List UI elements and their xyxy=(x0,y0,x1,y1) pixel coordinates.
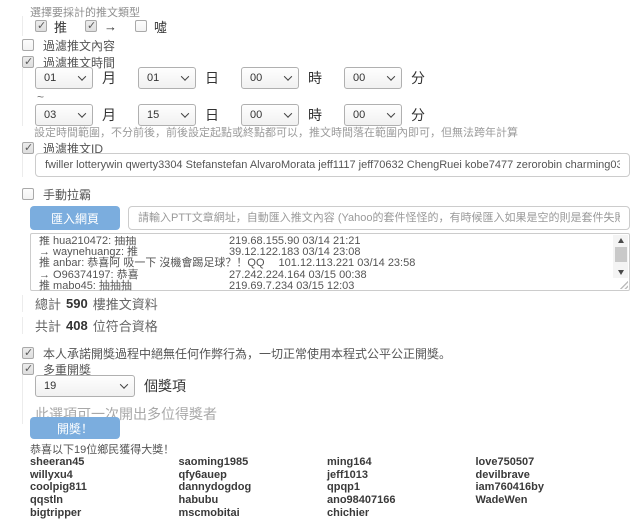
chevron-down-icon xyxy=(120,380,128,388)
to-hour-select[interactable]: 00 xyxy=(241,104,299,126)
winner-id: ming164 xyxy=(327,456,476,469)
qualified-stat: 共計408位符合資格 xyxy=(22,317,158,334)
arrow-checkbox-label: → xyxy=(104,19,117,34)
push-content-textarea[interactable]: 推 hua210472: 抽抽219.68.155.90 03/14 21:21… xyxy=(30,233,630,291)
winner-id: coolpig811 xyxy=(30,481,179,494)
boo-checkbox-label: 噓 xyxy=(154,17,167,36)
push-type-option-arrow[interactable]: → xyxy=(85,19,117,34)
to-minute-select[interactable]: 00 xyxy=(344,104,402,126)
fairness-promise-row[interactable]: 本人承諾開獎過程中絕無任何作弊行為，一切正常使用本程式公平公正開獎。 xyxy=(22,346,451,360)
boo-checkbox[interactable] xyxy=(135,20,147,32)
push-type-option-boo[interactable]: 噓 xyxy=(135,17,167,36)
minute-unit-label: 分 xyxy=(411,68,425,88)
chevron-down-icon xyxy=(284,109,292,117)
minute-unit-label: 分 xyxy=(411,105,425,125)
chevron-down-icon xyxy=(181,109,189,117)
chevron-down-icon xyxy=(387,109,395,117)
from-day-select[interactable]: 01 xyxy=(138,67,196,89)
chevron-down-icon xyxy=(78,109,86,117)
to-day-select[interactable]: 15 xyxy=(138,104,196,126)
push-content-lines: 推 hua210472: 抽抽219.68.155.90 03/14 21:21… xyxy=(39,236,607,292)
arrow-checkbox[interactable] xyxy=(85,20,97,32)
time-to-row: 03 月 15 日 00 時 00 分 xyxy=(35,104,447,126)
winner-id: willyxu4 xyxy=(30,469,179,482)
hour-unit-label: 時 xyxy=(308,105,322,125)
winners-grid: sheeran45 saoming1985 ming164 love750507… xyxy=(30,456,624,520)
push-type-options: 推 → 噓 xyxy=(22,16,185,36)
article-url-input[interactable] xyxy=(128,206,630,230)
time-range-separator: ~ xyxy=(37,90,447,104)
winner-id: jeff1013 xyxy=(327,469,476,482)
winner-id: qpqp1 xyxy=(327,481,476,494)
scroll-up-icon[interactable] xyxy=(613,235,628,246)
fairness-promise-label: 本人承諾開獎過程中絕無任何作弊行為，一切正常使用本程式公平公正開獎。 xyxy=(43,345,451,362)
winner-id: dannydogdog xyxy=(179,481,328,494)
total-push-count: 590 xyxy=(66,296,88,311)
filter-id-group xyxy=(22,153,630,177)
push-line: 推 mabo45: 抽抽抽219.69.7.234 03/15 12:03 xyxy=(39,281,607,292)
filter-content-row[interactable]: 過濾推文內容 xyxy=(22,38,115,52)
chevron-down-icon xyxy=(181,72,189,80)
result-header: 恭喜以下19位鄉民獲得大獎！ xyxy=(30,441,174,457)
month-unit-label: 月 xyxy=(102,68,116,88)
multi-draw-row[interactable]: 多重開獎 xyxy=(22,362,91,376)
winner-id: chichier xyxy=(327,507,476,520)
winner-id: saoming1985 xyxy=(179,456,328,469)
prize-count-unit-label: 個獎項 xyxy=(144,376,186,396)
winner-id: qqstln xyxy=(30,494,179,507)
chevron-down-icon xyxy=(78,72,86,80)
chevron-down-icon xyxy=(387,72,395,80)
winner-id: mscmobitai xyxy=(179,507,328,520)
winner-id: qfy6auep xyxy=(179,469,328,482)
manual-mode-row[interactable]: 手動拉霸 xyxy=(22,187,91,201)
winner-id: habubu xyxy=(179,494,328,507)
day-unit-label: 日 xyxy=(205,68,219,88)
fairness-promise-checkbox[interactable] xyxy=(22,347,34,359)
winner-id: WadeWen xyxy=(476,494,625,507)
winner-id: devilbrave xyxy=(476,469,625,482)
scroll-down-icon[interactable] xyxy=(613,267,628,278)
manual-mode-label: 手動拉霸 xyxy=(43,186,91,203)
import-url-button[interactable]: 匯入網頁 xyxy=(30,206,120,230)
total-push-stat: 總計590樓推文資料 xyxy=(22,295,158,312)
hour-unit-label: 時 xyxy=(308,68,322,88)
to-month-select[interactable]: 03 xyxy=(35,104,93,126)
chevron-down-icon xyxy=(284,72,292,80)
manual-mode-checkbox[interactable] xyxy=(22,188,34,200)
winner-id: iam760416by xyxy=(476,481,625,494)
push-line: 推 anbar: 恭喜阿 吸一下 沒機會踢足球？！QQ101.12.113.22… xyxy=(39,258,607,269)
filter-content-checkbox[interactable] xyxy=(22,39,34,51)
winner-id: ano98407166 xyxy=(327,494,476,507)
textarea-scrollbar[interactable] xyxy=(613,235,628,278)
from-month-select[interactable]: 01 xyxy=(35,67,93,89)
draw-button[interactable]: 開獎！ xyxy=(30,417,120,439)
import-row: 匯入網頁 xyxy=(30,206,630,230)
filter-content-label: 過濾推文內容 xyxy=(43,37,115,54)
time-range-group: 01 月 01 日 00 時 00 分 ~ 03 月 15 日 00 時 00 分 xyxy=(22,67,447,126)
qualified-count: 408 xyxy=(66,318,88,333)
push-checkbox[interactable] xyxy=(35,20,47,32)
from-hour-select[interactable]: 00 xyxy=(241,67,299,89)
scrollbar-thumb[interactable] xyxy=(615,247,627,262)
multi-draw-checkbox[interactable] xyxy=(22,363,34,375)
time-range-hint: 設定時間範圍，不分前後，前後設定起點或終點都可以，推文時間落在範圍內即可，但無法… xyxy=(34,124,518,140)
from-minute-select[interactable]: 00 xyxy=(344,67,402,89)
prize-count-select[interactable]: 19 xyxy=(35,375,135,397)
resize-grip-icon[interactable] xyxy=(618,279,628,289)
push-type-option-push[interactable]: 推 xyxy=(35,17,67,36)
winner-id: bigtripper xyxy=(30,507,179,520)
push-checkbox-label: 推 xyxy=(54,17,67,36)
filter-id-input[interactable] xyxy=(35,153,630,177)
winner-id: love750507 xyxy=(476,456,625,469)
time-from-row: 01 月 01 日 00 時 00 分 xyxy=(35,67,447,89)
day-unit-label: 日 xyxy=(205,105,219,125)
month-unit-label: 月 xyxy=(102,105,116,125)
winner-id: sheeran45 xyxy=(30,456,179,469)
